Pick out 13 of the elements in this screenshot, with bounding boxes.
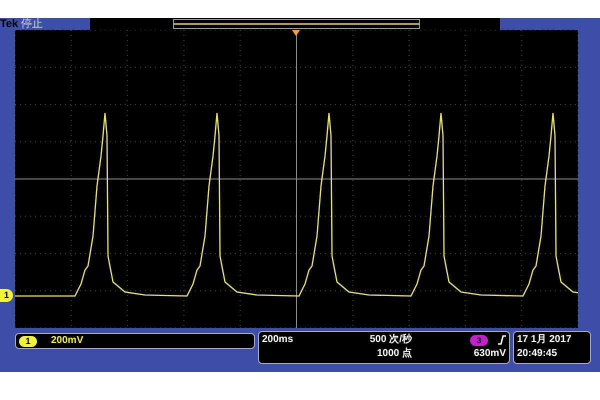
- trigger-source-badge: 3: [470, 334, 488, 346]
- channel-badge: 1: [19, 336, 37, 346]
- ground-marker: 1: [0, 289, 13, 302]
- sample-rate-text: 500 次/秒: [370, 333, 412, 347]
- time-text: 20:49:45: [517, 347, 558, 361]
- vertical-scale-text: 200mV: [51, 336, 84, 346]
- date-text: 17 1月 2017: [517, 333, 572, 347]
- status-label: 停止: [21, 18, 44, 30]
- brand-label: Tek: [0, 18, 18, 30]
- trigger-level-text: 630mV: [474, 347, 506, 361]
- timebase-text: 200ms: [262, 333, 294, 347]
- record-length-text: 1000 点: [376, 347, 412, 361]
- rising-edge-icon: [498, 335, 506, 345]
